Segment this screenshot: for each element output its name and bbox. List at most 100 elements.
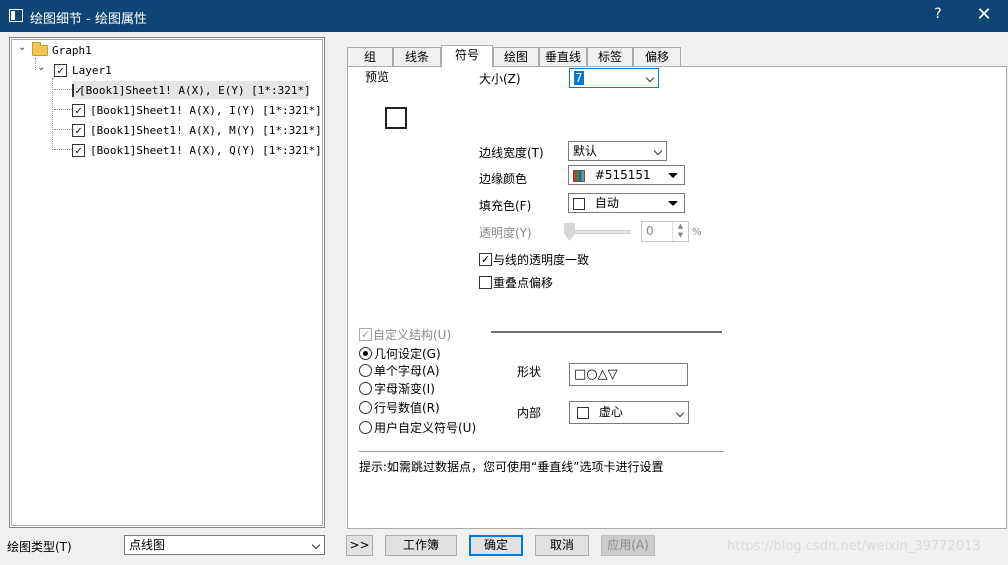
tab-drawing[interactable]: 绘图 bbox=[493, 47, 539, 67]
edge-color-value: #515151 bbox=[594, 168, 651, 182]
triangle-down-icon bbox=[668, 173, 678, 178]
tree-node-plot[interactable]: [Book1]Sheet1! A(X), I(Y) [1*:321*] bbox=[72, 101, 322, 119]
radio-single-letter[interactable]: 单个字母(A) bbox=[359, 362, 440, 379]
tab-group[interactable]: 组 bbox=[347, 47, 393, 67]
transparency-spinbox[interactable]: 0 ▲ ▼ bbox=[641, 221, 689, 242]
shape-selector[interactable]: □○△▽ bbox=[569, 363, 688, 386]
chevron-down-icon bbox=[675, 408, 685, 418]
radio-label: 单个字母(A) bbox=[374, 364, 440, 378]
size-combobox[interactable]: 7 bbox=[569, 68, 659, 88]
checkbox-box[interactable] bbox=[479, 276, 492, 289]
fill-color-select[interactable]: 自动 bbox=[568, 193, 685, 213]
size-label: 大小(Z) bbox=[479, 72, 521, 86]
transparency-unit: % bbox=[692, 227, 702, 238]
checkbox-box[interactable] bbox=[359, 328, 372, 341]
size-value: 7 bbox=[574, 71, 584, 85]
fill-color-label: 填充色(F) bbox=[479, 199, 532, 213]
interior-label: 内部 bbox=[517, 406, 542, 420]
tree-guide bbox=[54, 129, 74, 130]
chevron-down-icon bbox=[311, 540, 321, 550]
expand-button[interactable]: >> bbox=[346, 535, 373, 556]
chevron-down-icon bbox=[645, 73, 655, 83]
tree-guide bbox=[35, 58, 36, 70]
tree-node-label: [Book1]Sheet1! A(X), I(Y) [1*:321*] bbox=[90, 103, 322, 117]
chevron-down-icon[interactable]: ⌄ bbox=[18, 42, 26, 53]
spin-arrows-icon[interactable]: ▲ ▼ bbox=[672, 222, 688, 241]
custom-construction-checkbox[interactable]: 自定义结构(U) bbox=[359, 326, 451, 343]
hint-text: 提示:如需跳过数据点，您可使用“垂直线”选项卡进行设置 bbox=[359, 460, 664, 474]
edge-color-select[interactable]: #515151 bbox=[568, 165, 685, 185]
fill-color-value: 自动 bbox=[594, 196, 619, 210]
interior-value: 虚心 bbox=[598, 405, 623, 419]
empty-swatch-icon bbox=[577, 406, 589, 419]
watermark-text: https://blog.csdn.net/weixin_39772013 bbox=[727, 539, 981, 554]
plot-type-value: 点线图 bbox=[129, 538, 166, 552]
tab-label[interactable]: 标签 bbox=[587, 47, 633, 67]
checkbox-box[interactable] bbox=[479, 253, 492, 266]
match-line-checkbox[interactable]: 与线的透明度一致 bbox=[479, 251, 589, 268]
plot-checkbox[interactable] bbox=[72, 83, 84, 97]
folder-icon bbox=[32, 41, 48, 56]
window-title: 绘图细节 - 绘图属性 bbox=[30, 12, 147, 27]
tree-node-label: [Book1]Sheet1! A(X), M(Y) [1*:321*] bbox=[90, 123, 322, 137]
plot-tree[interactable]: ⌄ Graph1 ⌄ Layer1 [Book1]Sheet1! A(X), E… bbox=[9, 37, 325, 528]
plot-checkbox[interactable] bbox=[72, 143, 85, 157]
cancel-button[interactable]: 取消 bbox=[535, 535, 589, 556]
tree-node-plot[interactable]: [Book1]Sheet1! A(X), Q(Y) [1*:321*] bbox=[72, 141, 322, 159]
chevron-down-icon[interactable]: ⌄ bbox=[37, 62, 45, 73]
tree-guide bbox=[52, 78, 53, 150]
preview-label: 预览 bbox=[365, 70, 390, 84]
custom-label: 自定义结构(U) bbox=[373, 328, 452, 342]
tab-symbol[interactable]: 符号 bbox=[441, 45, 493, 68]
radio-label: 字母渐变(I) bbox=[374, 382, 435, 396]
edge-width-value: 默认 bbox=[573, 144, 598, 158]
ok-button[interactable]: 确定 bbox=[469, 535, 523, 556]
radio-button[interactable] bbox=[359, 421, 372, 434]
shape-value: □○△▽ bbox=[574, 367, 618, 382]
radio-letter-gradient[interactable]: 字母渐变(I) bbox=[359, 380, 435, 397]
tree-node-plot[interactable]: [Book1]Sheet1! A(X), M(Y) [1*:321*] bbox=[72, 121, 322, 139]
tree-node-label: Layer1 bbox=[72, 63, 112, 77]
radio-label: 几何设定(G) bbox=[374, 347, 441, 361]
tree-node-label: Graph1 bbox=[52, 43, 92, 57]
radio-button[interactable] bbox=[359, 347, 372, 360]
tab-line[interactable]: 线条 bbox=[393, 47, 441, 67]
edge-width-select[interactable]: 默认 bbox=[568, 141, 667, 161]
tree-node-plot[interactable]: [Book1]Sheet1! A(X), E(Y) [1*:321*] bbox=[72, 81, 311, 99]
layer-checkbox[interactable] bbox=[54, 63, 67, 77]
workbook-button[interactable]: 工作簿 bbox=[385, 535, 457, 556]
triangle-down-icon bbox=[668, 201, 678, 206]
transparency-label: 透明度(Y) bbox=[479, 226, 532, 240]
radio-label: 行号数值(R) bbox=[374, 401, 440, 415]
tree-node-layer[interactable]: Layer1 bbox=[54, 61, 112, 79]
shape-label: 形状 bbox=[517, 365, 542, 379]
symbol-preview bbox=[385, 107, 407, 129]
radio-row-number[interactable]: 行号数值(R) bbox=[359, 399, 440, 416]
radio-geometric[interactable]: 几何设定(G) bbox=[359, 345, 441, 362]
plot-checkbox[interactable] bbox=[72, 123, 85, 137]
help-button[interactable]: ? bbox=[926, 6, 950, 22]
plot-checkbox[interactable] bbox=[72, 103, 85, 117]
overlap-offset-checkbox[interactable]: 重叠点偏移 bbox=[479, 274, 553, 291]
close-button[interactable]: ✕ bbox=[966, 4, 1002, 25]
radio-button[interactable] bbox=[359, 364, 372, 377]
radio-button[interactable] bbox=[359, 401, 372, 414]
tree-guide bbox=[54, 109, 74, 110]
match-line-label: 与线的透明度一致 bbox=[493, 253, 590, 267]
radio-button[interactable] bbox=[359, 382, 372, 395]
plot-type-select[interactable]: 点线图 bbox=[124, 535, 325, 555]
title-bar: 绘图细节 - 绘图属性 ? ✕ bbox=[0, 0, 1008, 32]
apply-button[interactable]: 应用(A) bbox=[601, 535, 655, 556]
window-icon bbox=[9, 9, 23, 22]
interior-select[interactable]: 虚心 bbox=[569, 401, 689, 424]
plot-type-label: 绘图类型(T) bbox=[7, 540, 72, 554]
divider bbox=[491, 331, 722, 333]
tab-drop-lines[interactable]: 垂直线 bbox=[539, 47, 587, 67]
tab-offset[interactable]: 偏移 bbox=[633, 47, 681, 67]
tree-node-graph[interactable]: Graph1 bbox=[32, 41, 92, 59]
tree-guide bbox=[54, 89, 74, 90]
radio-user-defined[interactable]: 用户自定义符号(U) bbox=[359, 419, 476, 436]
tree-guide bbox=[54, 149, 74, 150]
chevron-down-icon bbox=[653, 146, 663, 156]
edge-width-label: 边线宽度(T) bbox=[479, 146, 544, 160]
